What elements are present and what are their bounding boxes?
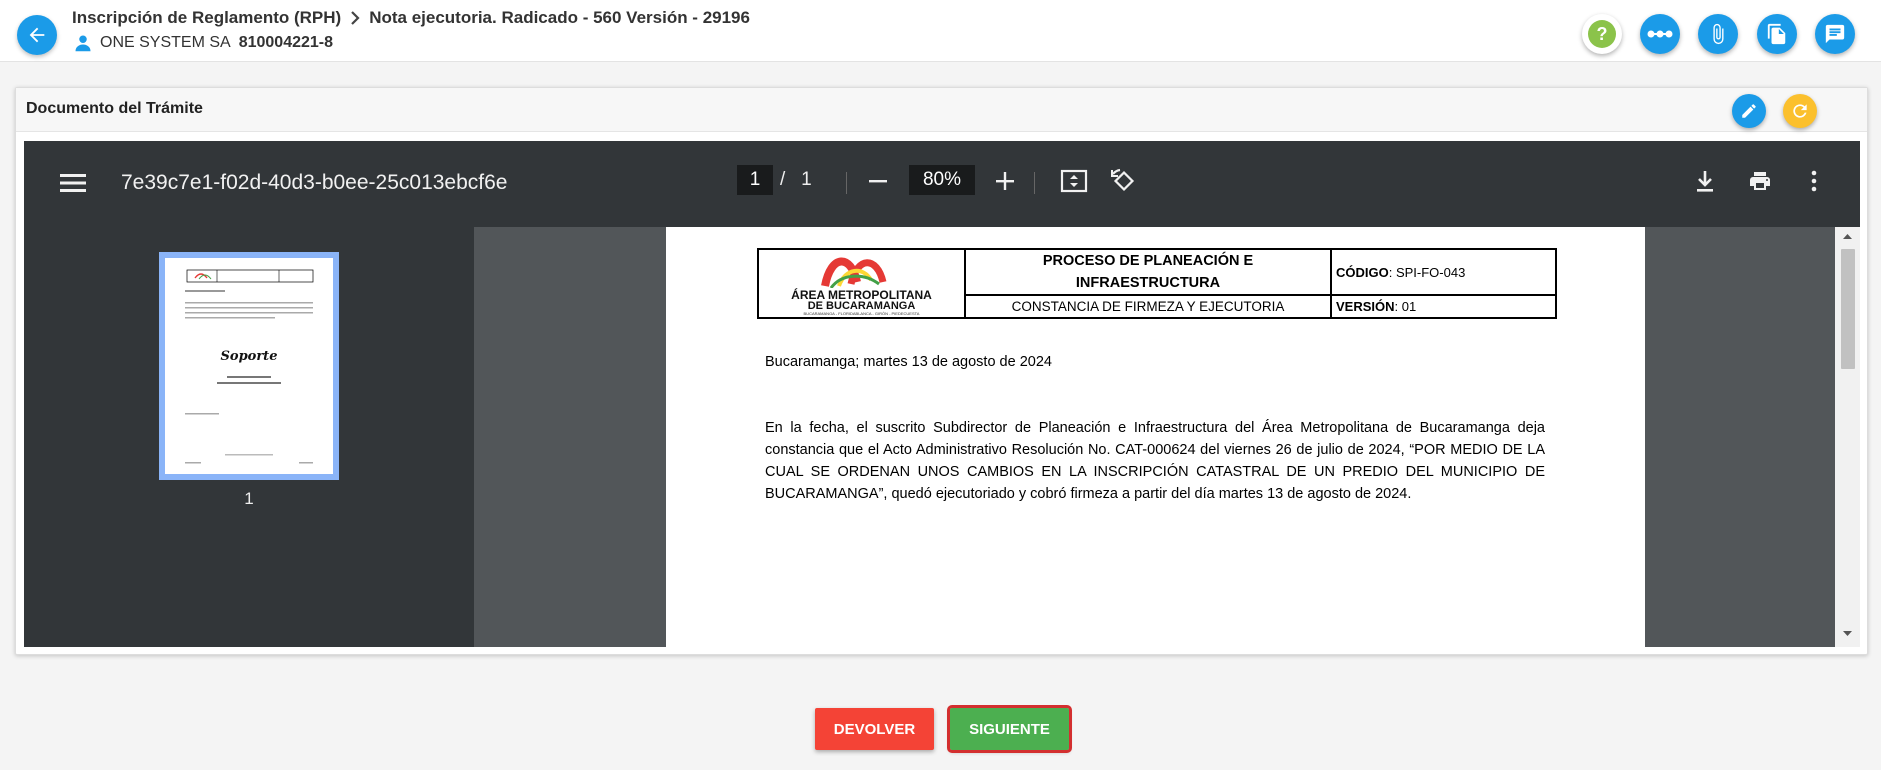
refresh-icon [1793,104,1807,118]
pdf-toolbar: 7e39c7e1-f02d-40d3-b0ee-25c013ebcf6e 1 /… [24,141,1860,227]
attachments-button[interactable] [1698,14,1738,54]
top-header: Inscripción de Reglamento (RPH) Nota eje… [0,0,1881,62]
menu-button[interactable] [60,171,86,195]
breadcrumb-task: Nota ejecutoria. Radicado - 560 Versión … [369,8,750,27]
paperclip-icon [1713,23,1724,45]
copy-document-icon [1767,23,1786,45]
rotate-icon [1111,168,1135,192]
print-button[interactable] [1746,167,1774,195]
workflow-dots-icon [1647,30,1673,38]
workflow-button[interactable] [1640,14,1680,54]
pdf-file-title: 7e39c7e1-f02d-40d3-b0ee-25c013ebcf6e [121,171,508,194]
document-date: Bucaramanga; martes 13 de agosto de 2024 [765,354,1052,370]
hamburger-icon [60,174,86,192]
document-body-line-4: BUCARAMANGA”, quedó ejecutoriado y cobró… [765,486,1412,502]
breadcrumb-procedure[interactable]: Inscripción de Reglamento (RPH) [72,8,341,28]
form-title: CONSTANCIA DE FIRMEZA Y EJECUTORIA [966,296,1332,317]
toolbar-divider [1034,172,1035,194]
page-thumbnail[interactable]: Soporte [159,252,339,480]
user-name: ONE SYSTEM SA [100,34,231,51]
back-button[interactable] [17,15,57,55]
rotate-button[interactable] [1109,167,1137,195]
pdf-scrollbar[interactable] [1835,227,1860,647]
scrollbar-thumb[interactable] [1841,249,1855,369]
help-icon: ? [1588,20,1616,48]
arrow-left-icon [29,27,45,43]
help-button[interactable]: ? [1582,14,1622,54]
thumbnail-page: Soporte [165,258,333,474]
page-number-input[interactable]: 1 [737,165,773,195]
comments-button[interactable] [1815,14,1855,54]
process-title: PROCESO DE PLANEACIÓN E INFRAESTRUCTURA [966,250,1332,296]
thumbnail-preview-icon: Soporte [185,269,314,464]
card-header: Documento del Trámite [16,88,1867,132]
user-id: 810004221-8 [238,34,334,51]
amb-logo-icon [821,257,887,288]
document-body-line-1: En la fecha, el suscrito Subdirector de … [765,420,1545,436]
user-info: ONE SYSTEM SA 810004221-8 [74,34,333,52]
code-value: : SPI-FO-043 [1388,264,1466,280]
zoom-in-button[interactable] [991,167,1019,195]
document-card: Documento del Trámite 7e39c7e1-f02d-40d3… [15,87,1868,655]
document-body-line-2: constancia que el Acto Administrativo Re… [765,442,1545,458]
breadcrumb: Inscripción de Reglamento (RPH) Nota eje… [72,8,750,28]
zoom-input[interactable]: 80% [909,165,975,195]
card-title: Documento del Trámite [26,100,203,117]
thumbnail-sidebar: Soporte 1 [24,227,474,647]
logo-tagline: BUCARAMANGA - FLORIDABLANCA - GIRÓN - PI… [803,311,920,316]
version-label: VERSIÓN [1336,299,1395,314]
refresh-button[interactable] [1783,94,1817,128]
version-value: : 01 [1394,299,1417,314]
more-options-button[interactable] [1800,167,1828,195]
pdf-page: ÁREA METROPOLITANA DE BUCARAMANGA BUCARA… [666,227,1645,647]
document-body-line-3: CUAL SE ORDENAN UNOS CAMBIOS EN LA INSCR… [765,464,1545,480]
toolbar-divider [846,172,847,194]
printer-icon [1750,172,1770,190]
download-button[interactable] [1691,167,1719,195]
page-separator: / [780,169,786,190]
download-icon [1697,171,1713,192]
scroll-up-arrow-icon [1843,234,1852,239]
fit-page-button[interactable] [1060,167,1088,195]
next-button[interactable]: SIGUIENTE [947,705,1072,753]
plus-icon [996,172,1014,190]
code-label: CÓDIGO [1336,264,1389,280]
zoom-out-button[interactable] [864,167,892,195]
return-button[interactable]: DEVOLVER [815,708,934,750]
chevron-right-icon [351,11,360,25]
document-header-table: ÁREA METROPOLITANA DE BUCARAMANGA BUCARA… [757,248,1557,319]
svg-text:?: ? [1597,24,1608,44]
more-vertical-icon [1811,170,1817,192]
page-count: / 1 [780,169,812,191]
documents-button[interactable] [1757,14,1797,54]
edit-button[interactable] [1732,94,1766,128]
code-cell: CÓDIGO: SPI-FO-043 [1332,250,1555,296]
minus-icon [869,180,887,183]
svg-text:Soporte: Soporte [221,349,278,364]
version-cell: VERSIÓN: 01 [1332,296,1555,317]
thumbnail-page-number: 1 [244,489,254,508]
total-pages: 1 [801,169,812,190]
person-icon [75,35,91,52]
pencil-icon [1742,104,1756,118]
amb-logo: ÁREA METROPOLITANA DE BUCARAMANGA BUCARA… [759,250,966,317]
comment-icon [1825,24,1845,44]
pdf-viewer: 7e39c7e1-f02d-40d3-b0ee-25c013ebcf6e 1 /… [24,141,1860,647]
scroll-down-arrow-icon [1843,631,1852,636]
fit-page-icon [1060,169,1088,193]
